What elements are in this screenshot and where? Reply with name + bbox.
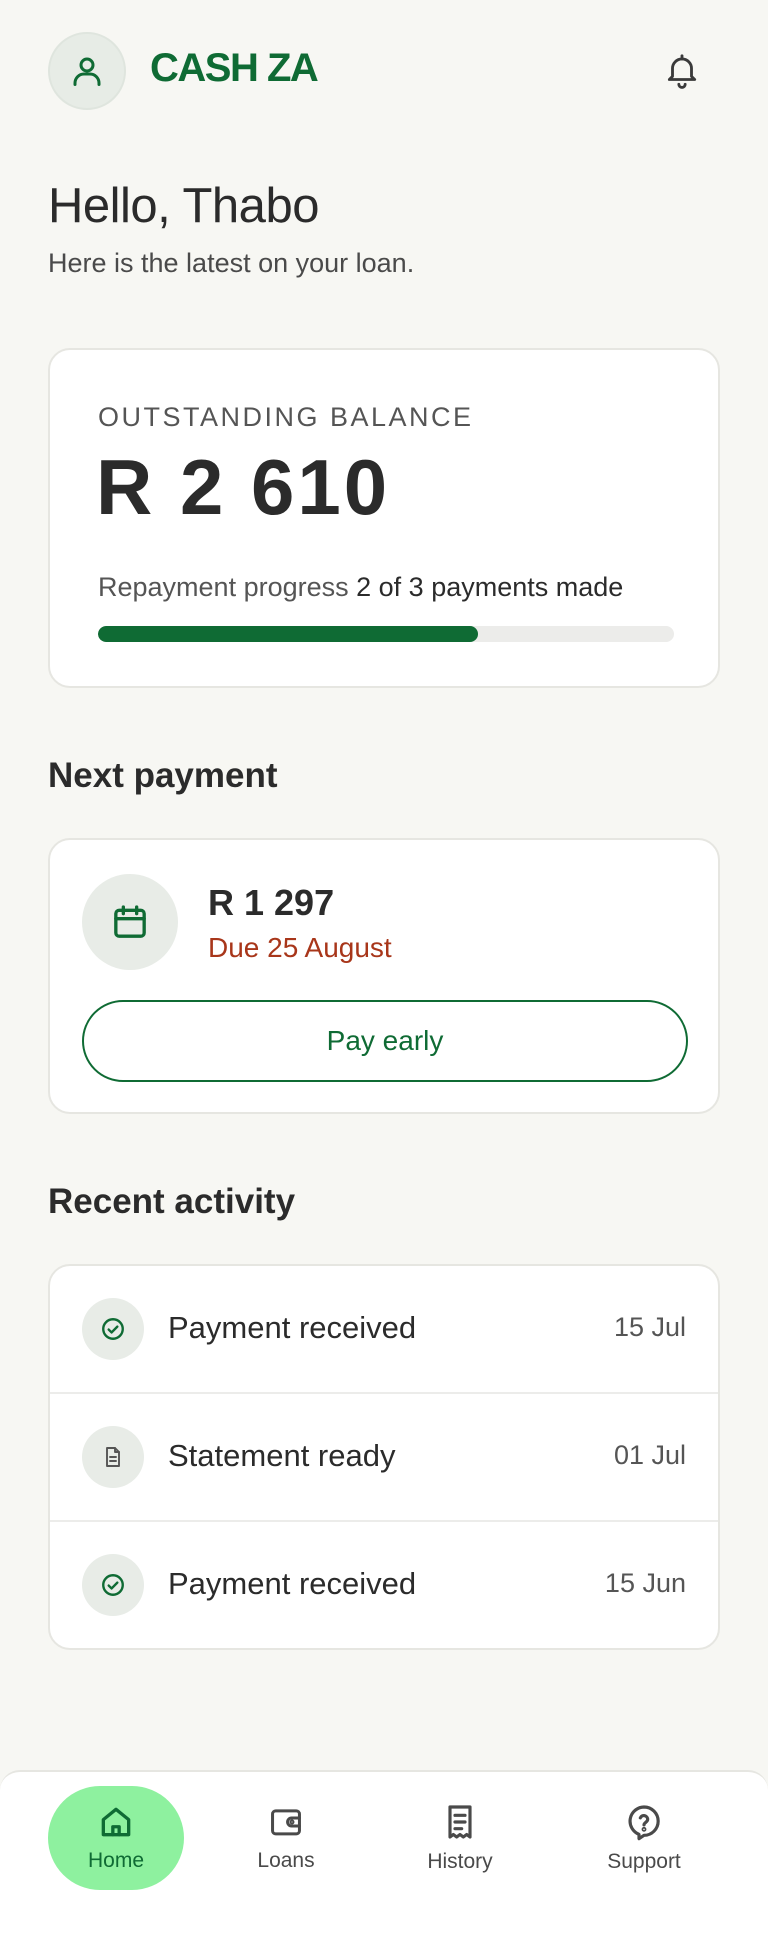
calendar-badge [82,874,178,970]
nav-label: History [427,1850,493,1873]
home-icon [101,1807,131,1837]
brand-logo-text: CASH ZA [150,46,319,90]
next-payment-amount: R 1 297 [208,882,335,923]
next-payment-due-date: Due 25 August [208,932,392,963]
nav-label: Support [607,1850,681,1873]
app-screen: CASH ZA Hello, Thabo Here is the latest … [0,0,768,1934]
activity-label: Statement ready [168,1438,396,1473]
greeting-subtitle: Here is the latest on your loan. [48,248,415,278]
profile-avatar-button[interactable] [48,32,126,110]
progress-bar-track [98,626,674,642]
greeting-title: Hello, Thabo [48,179,319,233]
activity-date: 01 Jul [613,1440,686,1470]
balance-card: OUTSTANDING BALANCE R 2 610 Repayment pr… [48,348,720,688]
check-circle-icon [102,1574,124,1596]
recent-activity-list: Payment received 15 Jul Statement ready … [48,1264,720,1650]
help-icon [628,1805,660,1841]
activity-icon-badge [82,1554,144,1616]
repayment-progress-text: Repayment progress 2 of 3 payments made [98,572,623,603]
activity-icon-badge [82,1426,144,1488]
nav-item-home[interactable]: Home [48,1786,184,1890]
recent-activity-heading: Recent activity [48,1182,296,1221]
activity-item-statement-ready[interactable]: Statement ready 01 Jul [50,1394,718,1522]
activity-icon-badge [82,1298,144,1360]
next-payment-heading: Next payment [48,756,278,795]
progress-label: Repayment progress [98,572,349,602]
activity-label: Payment received [168,1566,417,1601]
receipt-icon [448,1805,472,1839]
progress-bar-fill [98,626,479,642]
notifications-button[interactable] [660,48,704,92]
nav-item-support[interactable]: Support [578,1786,710,1890]
calendar-icon [114,905,146,938]
activity-item-payment-received-jun[interactable]: Payment received 15 Jun [50,1522,718,1648]
check-circle-icon [102,1318,124,1340]
activity-item-payment-received-jul[interactable]: Payment received 15 Jul [50,1266,718,1394]
balance-label: OUTSTANDING BALANCE [98,402,474,432]
nav-label: Loans [257,1849,315,1872]
nav-item-loans[interactable]: Loans [220,1786,352,1890]
bottom-navigation: Home Loans History Support [0,1770,768,1934]
pay-early-button[interactable]: Pay early [82,1000,688,1082]
next-payment-card: R 1 297 Due 25 August Pay early [48,838,720,1114]
nav-label: Home [87,1849,145,1872]
balance-value: R 2 610 [96,443,391,531]
document-icon [106,1447,120,1467]
user-icon [73,57,101,86]
activity-date: 15 Jun [604,1568,686,1598]
wallet-icon [271,1809,301,1836]
progress-status: 2 of 3 payments made [356,572,624,602]
app-header: CASH ZA [0,0,768,150]
nav-item-history[interactable]: History [394,1786,526,1890]
activity-date: 15 Jul [613,1312,686,1342]
bell-icon [667,54,697,89]
activity-label: Payment received [168,1310,417,1345]
